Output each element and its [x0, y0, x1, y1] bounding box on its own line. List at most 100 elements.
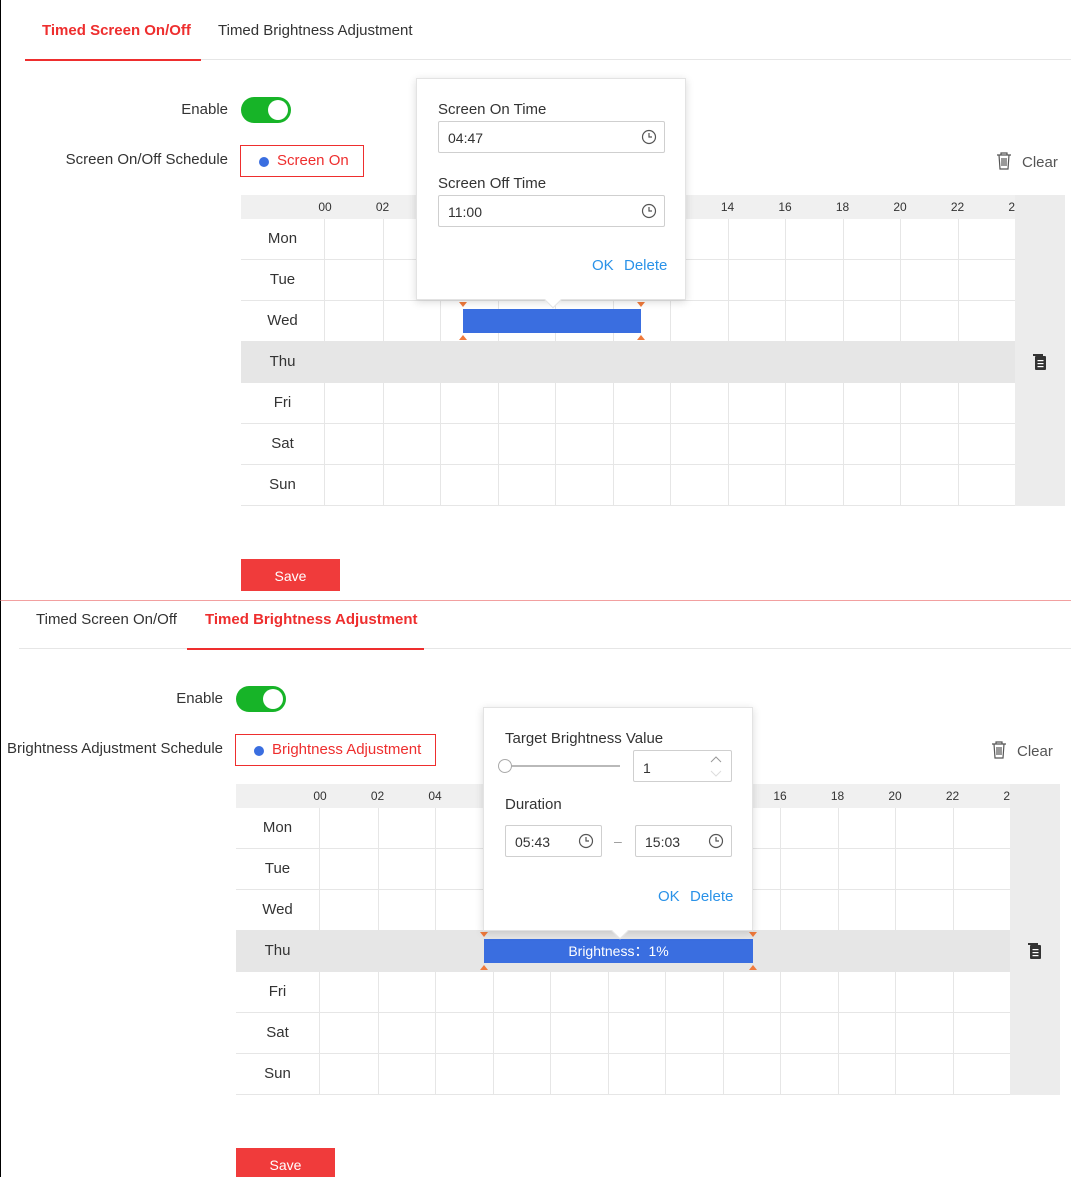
day-row-sun[interactable]: Sun	[236, 1054, 1010, 1095]
grid-line	[842, 219, 844, 259]
grid-line	[550, 1013, 551, 1053]
grid-line	[722, 972, 724, 1012]
grid-line	[952, 890, 954, 930]
legend-screen-on[interactable]: Screen On	[240, 145, 364, 177]
clock-icon[interactable]	[578, 833, 594, 849]
grid-line	[900, 219, 901, 259]
grid-line	[377, 931, 379, 971]
copy-icon[interactable]	[1032, 354, 1048, 372]
grid-line	[900, 342, 901, 382]
grid-line	[555, 342, 556, 382]
grid-line	[785, 383, 786, 423]
clock-icon[interactable]	[708, 833, 724, 849]
resize-handle[interactable]	[748, 965, 757, 970]
day-label: Sun	[236, 1054, 320, 1094]
grid-line	[497, 383, 499, 423]
schedule-segment[interactable]: Brightness：1%	[484, 939, 753, 963]
clock-icon[interactable]	[641, 129, 657, 145]
day-row-sun[interactable]: Sun	[241, 465, 1015, 506]
brightness-slider-track[interactable]	[508, 765, 620, 767]
schedule-segment[interactable]	[462, 309, 642, 333]
tab-timed-screen-on-off[interactable]: Timed Screen On/Off	[25, 0, 201, 61]
brightness-value-input[interactable]: 1	[633, 750, 732, 782]
tab-timed-brightness-adjustment[interactable]: Timed Brightness Adjustment	[187, 601, 424, 650]
grid-line	[895, 808, 896, 848]
grid-line	[382, 342, 384, 382]
day-label: Mon	[241, 219, 325, 259]
brightness-slider-handle[interactable]	[498, 759, 512, 773]
grid-line	[842, 260, 844, 300]
trash-icon	[992, 741, 1006, 759]
save-button[interactable]: Save	[241, 559, 340, 591]
screen-on-time-label: Screen On Time	[438, 101, 547, 118]
target-brightness-label: Target Brightness Value	[505, 730, 664, 747]
resize-handle[interactable]	[458, 335, 467, 340]
popup-delete-link[interactable]: Delete	[624, 257, 667, 274]
grid-line	[837, 808, 839, 848]
grid-line	[435, 931, 436, 971]
copy-icon[interactable]	[1027, 943, 1043, 961]
resize-handle[interactable]	[458, 302, 467, 307]
day-row-fri[interactable]: Fri	[236, 972, 1010, 1013]
day-label: Thu	[236, 931, 320, 971]
day-row-fri[interactable]: Fri	[241, 383, 1015, 424]
popup-ok-link[interactable]: OK	[592, 257, 614, 274]
day-row-sat[interactable]: Sat	[241, 424, 1015, 465]
grid-line	[785, 260, 786, 300]
resize-handle[interactable]	[480, 965, 489, 970]
grid-line	[435, 972, 436, 1012]
clock-icon[interactable]	[641, 203, 657, 219]
grid-line	[612, 383, 614, 423]
grid-line	[435, 849, 436, 889]
duration-start-input[interactable]: 05:43	[505, 825, 602, 857]
active-tab-underline	[187, 648, 424, 650]
day-label: Wed	[236, 890, 320, 930]
grid-line	[785, 342, 786, 382]
resize-handle[interactable]	[480, 932, 489, 937]
screen-on-time-input[interactable]: 04:47	[438, 121, 665, 153]
screen-time-popup: Screen On Time 04:47 Screen Off Time 11:…	[416, 78, 686, 309]
grid-line	[440, 424, 441, 464]
grid-line	[550, 1054, 551, 1094]
day-row-thu[interactable]: Thu	[241, 342, 1015, 383]
clear-button[interactable]: Clear	[991, 741, 1053, 760]
grid-line	[837, 1054, 839, 1094]
enable-toggle[interactable]	[236, 686, 286, 712]
resize-handle[interactable]	[637, 335, 646, 340]
legend-brightness-adjustment[interactable]: Brightness Adjustment	[235, 734, 437, 766]
hour-tick: 22	[945, 789, 960, 803]
duration-end-input[interactable]: 15:03	[635, 825, 732, 857]
copy-column	[1010, 784, 1060, 1095]
grid-line	[497, 465, 499, 505]
grid-line	[900, 465, 901, 505]
grid-line	[612, 424, 614, 464]
screen-off-time-label: Screen Off Time	[438, 175, 547, 192]
grid-line	[952, 1013, 954, 1053]
save-button[interactable]: Save	[236, 1148, 335, 1177]
chevron-down-icon[interactable]	[710, 770, 722, 778]
day-label: Sat	[241, 424, 325, 464]
day-row-sat[interactable]: Sat	[236, 1013, 1010, 1054]
grid-line	[492, 972, 494, 1012]
chevron-up-icon[interactable]	[710, 755, 722, 763]
grid-line	[382, 465, 384, 505]
grid-line	[957, 260, 959, 300]
grid-line	[780, 808, 781, 848]
resize-handle[interactable]	[637, 302, 646, 307]
screen-off-time-input[interactable]: 11:00	[438, 195, 665, 227]
popup-ok-link[interactable]: OK	[658, 888, 680, 905]
enable-toggle[interactable]	[241, 97, 291, 123]
popup-delete-link[interactable]: Delete	[690, 888, 733, 905]
grid-line	[727, 383, 729, 423]
grid-line	[727, 342, 729, 382]
grid-line	[952, 1054, 954, 1094]
clear-button[interactable]: Clear	[996, 152, 1058, 171]
grid-line	[842, 342, 844, 382]
tab-timed-screen-on-off[interactable]: Timed Screen On/Off	[36, 601, 177, 649]
grid-line	[440, 465, 441, 505]
resize-handle[interactable]	[748, 932, 757, 937]
tab-timed-brightness-adjustment[interactable]: Timed Brightness Adjustment	[218, 0, 413, 60]
grid-line	[377, 972, 379, 1012]
grid-line	[492, 1054, 494, 1094]
grid-line	[780, 1054, 781, 1094]
